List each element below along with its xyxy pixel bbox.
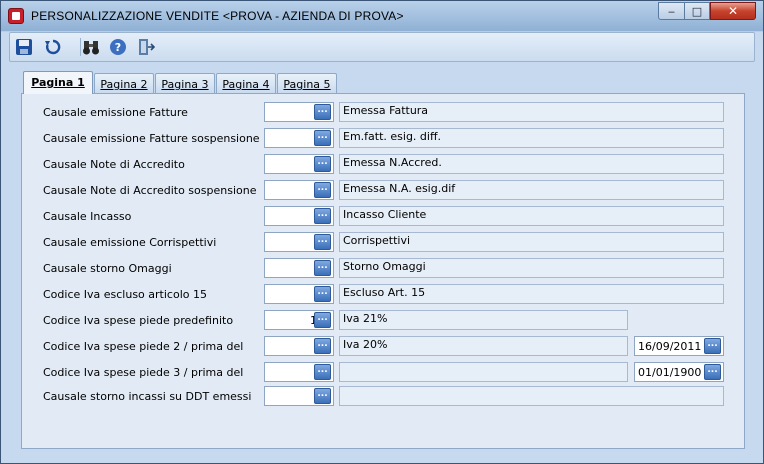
binoculars-icon — [83, 41, 99, 55]
description-field: Emessa N.A. esig.dif — [339, 180, 724, 200]
tab-pagina-4-label: Pagina 4 — [222, 78, 270, 91]
minimize-button[interactable]: ‒ — [658, 2, 685, 20]
lookup-button[interactable]: ... — [314, 312, 331, 328]
date-picker-button[interactable]: ... — [704, 364, 721, 380]
lookup-button[interactable]: ... — [314, 130, 331, 146]
form-row: Codice Iva spese piede predefinito 121 .… — [22, 310, 746, 330]
field-label: Causale Incasso — [43, 210, 132, 223]
help-icon: ? — [110, 39, 126, 55]
lookup-button[interactable]: ... — [314, 182, 331, 198]
find-button[interactable] — [81, 37, 101, 57]
exit-button[interactable] — [136, 37, 156, 57]
field-label: Causale Note di Accredito sospensione — [43, 184, 257, 197]
tab-pagina-4[interactable]: Pagina 4 — [216, 73, 276, 93]
settings-window: PERSONALIZZAZIONE VENDITE <PROVA - AZIEN… — [0, 0, 764, 464]
tab-control: Pagina 1 Pagina 2 Pagina 3 Pagina 4 Pagi… — [21, 71, 745, 449]
form-row: Causale emissione Corrispettivi 9 ... Co… — [22, 232, 746, 252]
field-label: Codice Iva spese piede 3 / prima del — [43, 366, 244, 379]
form-row: Causale Note di Accredito 4 ... Emessa N… — [22, 154, 746, 174]
lookup-button[interactable]: ... — [314, 338, 331, 354]
description-field — [339, 386, 724, 406]
field-label: Causale storno incassi su DDT emessi — [43, 390, 252, 403]
tab-pagina-2[interactable]: Pagina 2 — [94, 73, 154, 93]
form-row: Causale emissione Fatture 2 ... Emessa F… — [22, 102, 746, 122]
field-label: Codice Iva spese piede predefinito — [43, 314, 234, 327]
form-row: Causale storno incassi su DDT emessi 0 .… — [22, 386, 746, 406]
field-label: Causale storno Omaggi — [43, 262, 172, 275]
description-field: Em.fatt. esig. diff. — [339, 128, 724, 148]
tab-pagina-3[interactable]: Pagina 3 — [155, 73, 215, 93]
form-row: Causale storno Omaggi 81 ... Storno Omag… — [22, 258, 746, 278]
tab-pagina-5-label: Pagina 5 — [283, 78, 331, 91]
refresh-icon — [45, 39, 61, 55]
window-title: PERSONALIZZAZIONE VENDITE <PROVA - AZIEN… — [31, 9, 404, 23]
description-field: Iva 20% — [339, 336, 628, 356]
lookup-button[interactable]: ... — [314, 286, 331, 302]
description-field: Corrispettivi — [339, 232, 724, 252]
description-field: Incasso Cliente — [339, 206, 724, 226]
date-picker-button[interactable]: ... — [704, 338, 721, 354]
form-row: Causale Note di Accredito sospensione 16… — [22, 180, 746, 200]
field-label: Codice Iva escluso articolo 15 — [43, 288, 207, 301]
tab-pagina-1[interactable]: Pagina 1 — [23, 71, 93, 94]
form-row: Codice Iva spese piede 2 / prima del 20 … — [22, 336, 746, 356]
lookup-button[interactable]: ... — [314, 208, 331, 224]
description-field: Emessa Fattura — [339, 102, 724, 122]
description-field: Emessa N.Accred. — [339, 154, 724, 174]
lookup-button[interactable]: ... — [314, 104, 331, 120]
field-label: Causale emissione Fatture sospensione — [43, 132, 260, 145]
svg-text:?: ? — [115, 41, 121, 54]
close-button[interactable]: ✕ — [710, 2, 756, 20]
tab-pagina-2-label: Pagina 2 — [100, 78, 148, 91]
field-label: Causale emissione Fatture — [43, 106, 188, 119]
toolbar: ? — [9, 32, 755, 62]
lookup-button[interactable]: ... — [314, 260, 331, 276]
description-field: Escluso Art. 15 — [339, 284, 724, 304]
tab-pagina-3-label: Pagina 3 — [161, 78, 209, 91]
tab-panel-pagina-1: Causale emissione Fatture 2 ... Emessa F… — [21, 93, 745, 449]
lookup-button[interactable]: ... — [314, 388, 331, 404]
title-bar[interactable]: PERSONALIZZAZIONE VENDITE <PROVA - AZIEN… — [1, 1, 763, 31]
form-row: Causale Incasso 12 ... Incasso Cliente — [22, 206, 746, 226]
save-button[interactable] — [14, 37, 34, 57]
refresh-button[interactable] — [43, 37, 63, 57]
save-icon — [16, 39, 32, 55]
help-button[interactable]: ? — [108, 37, 128, 57]
description-field: Iva 21% — [339, 310, 628, 330]
description-field — [339, 362, 628, 382]
tab-pagina-5[interactable]: Pagina 5 — [277, 73, 337, 93]
field-label: Causale emissione Corrispettivi — [43, 236, 217, 249]
field-label: Causale Note di Accredito — [43, 158, 185, 171]
lookup-button[interactable]: ... — [314, 234, 331, 250]
maximize-button[interactable]: □ — [684, 2, 710, 20]
exit-door-icon — [139, 39, 155, 55]
field-label: Codice Iva spese piede 2 / prima del — [43, 340, 244, 353]
form-row: Codice Iva spese piede 3 / prima del 0 .… — [22, 362, 746, 382]
form-row: Causale emissione Fatture sospensione 14… — [22, 128, 746, 148]
lookup-button[interactable]: ... — [314, 364, 331, 380]
form-row: Codice Iva escluso articolo 15 15 ... Es… — [22, 284, 746, 304]
lookup-button[interactable]: ... — [314, 156, 331, 172]
description-field: Storno Omaggi — [339, 258, 724, 278]
app-icon — [8, 8, 24, 24]
